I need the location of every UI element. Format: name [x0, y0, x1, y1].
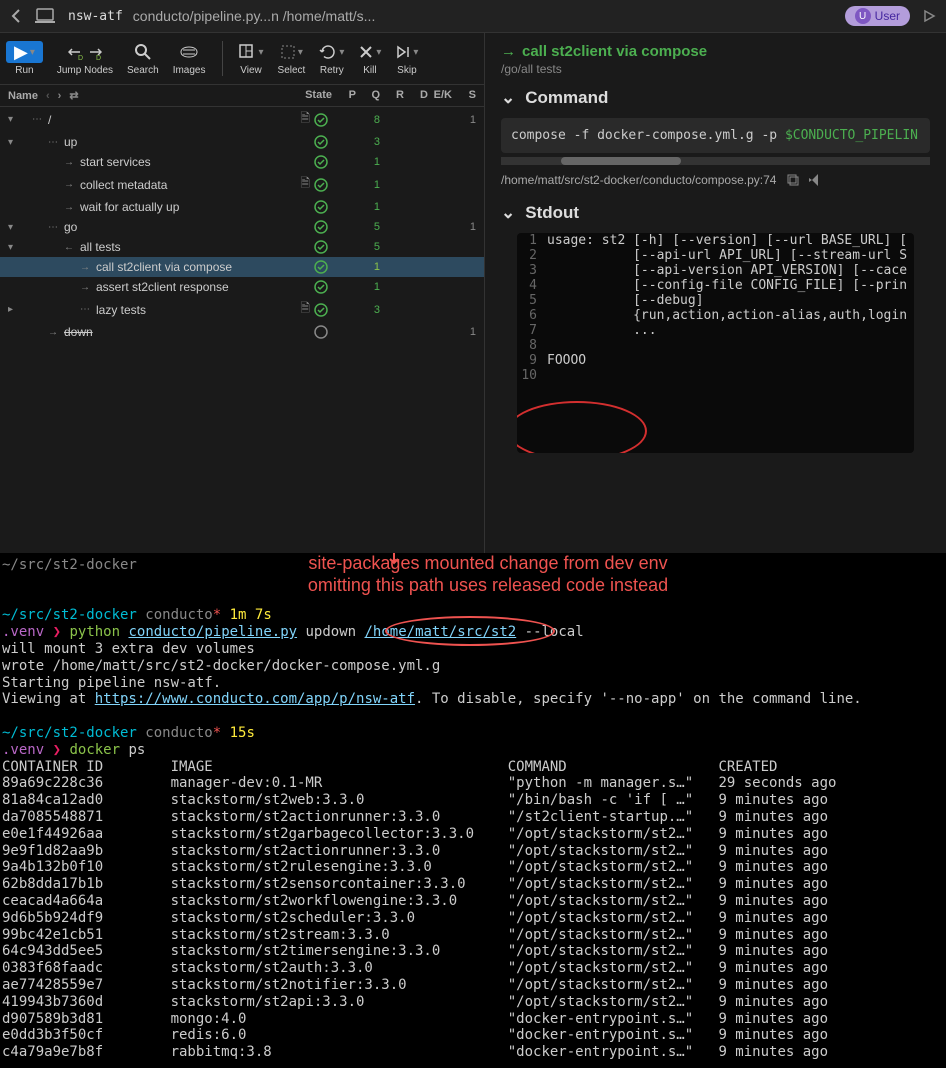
node-tree[interactable]: ▾⋯/🗎81▾⋯up3→start services1→collect meta… [0, 107, 484, 553]
toolbar: ▶▾ Run DD Jump Nodes Search Images ▾ Vie… [0, 33, 484, 85]
stdout-output: 1usage: st2 [-h] [--version] [--url BASE… [517, 233, 914, 453]
header-q: Q [356, 89, 380, 102]
search-button[interactable]: Search [127, 41, 159, 76]
tree-row[interactable]: ▾⋯/🗎81 [0, 107, 484, 132]
header-p: P [332, 89, 356, 102]
state-icon [314, 280, 332, 294]
file-ref-path: /home/matt/src/st2-docker/conducto/compo… [501, 173, 776, 187]
nav-prev-icon[interactable]: ‹ [46, 90, 50, 102]
command-section-toggle[interactable]: ⌄ Command [501, 88, 930, 108]
node-path: /go/all tests [501, 62, 930, 76]
kill-button[interactable]: ▾ Kill [358, 41, 381, 76]
doc-icon: 🗎 [300, 299, 310, 320]
chevron-down-icon: ⌄ [501, 203, 515, 223]
annotation-text: ssite-packages mounted change from dev e… [258, 553, 718, 596]
tree-row[interactable]: →wait for actually up1 [0, 197, 484, 217]
state-icon [314, 325, 332, 339]
nav-next-icon[interactable]: › [58, 90, 62, 102]
images-button[interactable]: Images [173, 41, 206, 76]
header-d: D [404, 89, 428, 102]
tree-row[interactable]: →call st2client via compose1 [0, 257, 484, 277]
terminal[interactable]: ~/src/st2-docker ssite-packages mounted … [0, 553, 946, 1068]
tree-row[interactable]: →collect metadata🗎1 [0, 172, 484, 197]
command-scrollbar[interactable] [501, 157, 930, 165]
play-icon[interactable] [922, 9, 936, 23]
select-button[interactable]: ▾ Select [278, 41, 306, 76]
run-button[interactable]: ▶▾ Run [6, 41, 43, 76]
copy-icon[interactable] [786, 173, 800, 187]
jump-nodes-button[interactable]: DD Jump Nodes [57, 41, 113, 76]
chevron-down-icon: ⌄ [501, 88, 515, 108]
tree-row[interactable]: ▾⋯go51 [0, 217, 484, 237]
header-name: Name [8, 90, 38, 102]
state-icon [314, 240, 332, 254]
node-title: →call st2client via compose [501, 43, 930, 60]
doc-icon: 🗎 [300, 109, 310, 130]
command-code: compose -f docker-compose.yml.g -p $COND… [501, 118, 930, 153]
tree-row[interactable]: →start services1 [0, 152, 484, 172]
user-label: User [875, 9, 900, 23]
right-panel: →call st2client via compose /go/all test… [485, 33, 946, 553]
pipeline-id: nsw-atf [68, 9, 123, 24]
tree-header: Name ‹ › ⇄ State P Q R D E/K S [0, 85, 484, 107]
swap-icon[interactable]: ⇄ [69, 89, 78, 102]
left-panel: ▶▾ Run DD Jump Nodes Search Images ▾ Vie… [0, 33, 485, 553]
view-button[interactable]: ▾ View [239, 41, 264, 76]
header-s: S [452, 89, 476, 102]
skip-button[interactable]: ▾ Skip [395, 41, 418, 76]
title-path: conducto/pipeline.py...n /home/matt/s... [133, 8, 376, 24]
state-icon [314, 200, 332, 214]
tree-row[interactable]: →down1 [0, 322, 484, 342]
retry-button[interactable]: ▾ Retry [319, 41, 344, 76]
tree-row[interactable]: ▸⋯lazy tests🗎3 [0, 297, 484, 322]
laptop-icon [34, 7, 56, 25]
svg-text:D: D [78, 55, 83, 62]
state-icon [314, 113, 332, 127]
doc-icon: 🗎 [300, 174, 310, 195]
back-icon[interactable] [10, 8, 22, 24]
header-state: State [292, 89, 332, 102]
state-icon [314, 155, 332, 169]
tree-row[interactable]: ▾⋯up3 [0, 132, 484, 152]
title-bar: nsw-atf conducto/pipeline.py...n /home/m… [68, 8, 833, 24]
svg-text:D: D [96, 55, 101, 62]
tree-row[interactable]: ▾←all tests5 [0, 237, 484, 257]
header-r: R [380, 89, 404, 102]
tree-row[interactable]: →assert st2client response1 [0, 277, 484, 297]
topbar: nsw-atf conducto/pipeline.py...n /home/m… [0, 0, 946, 33]
state-icon [314, 220, 332, 234]
stdout-section-toggle[interactable]: ⌄ Stdout [501, 203, 930, 223]
state-icon [314, 303, 332, 317]
state-icon [314, 178, 332, 192]
state-icon [314, 260, 332, 274]
header-ek: E/K [428, 89, 452, 102]
annotation-circle [517, 401, 647, 453]
user-pill[interactable]: U User [845, 6, 910, 26]
user-avatar: U [855, 8, 871, 24]
vscode-icon[interactable] [808, 173, 822, 187]
state-icon [314, 135, 332, 149]
